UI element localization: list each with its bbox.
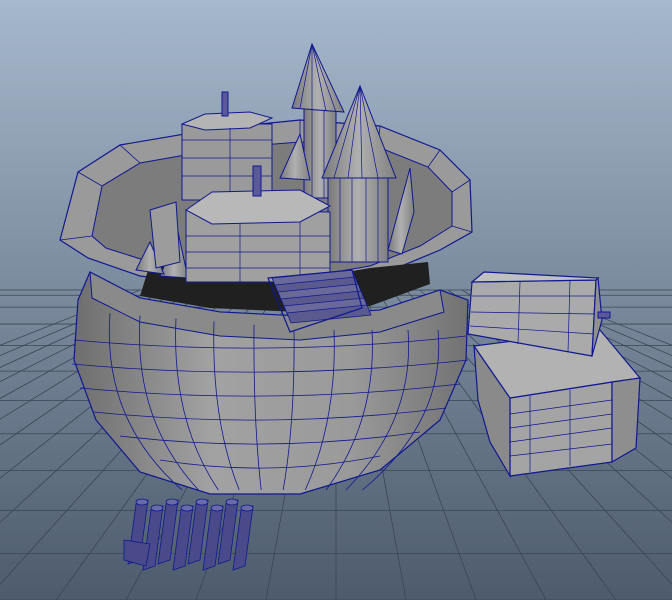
ground-cylinder-cap <box>225 498 239 506</box>
ground-cylinder-cap <box>150 504 164 512</box>
tower-small-left-3 <box>149 201 181 269</box>
ground-cylinder-cap <box>210 504 224 512</box>
viewport-canvas[interactable] <box>0 0 672 600</box>
ground-cylinder-cap <box>180 504 194 512</box>
3d-viewport[interactable] <box>0 0 672 600</box>
chest-fuse <box>597 311 611 319</box>
tower-right-shaft <box>327 175 389 263</box>
box-back-fuse <box>221 91 229 117</box>
ground-cylinder-cap <box>195 498 209 506</box>
ground-cylinder-cap <box>165 498 179 506</box>
ground-cylinder-cap <box>135 498 149 506</box>
ground-cylinder-cap <box>240 504 254 512</box>
box-front-fuse <box>252 165 262 197</box>
